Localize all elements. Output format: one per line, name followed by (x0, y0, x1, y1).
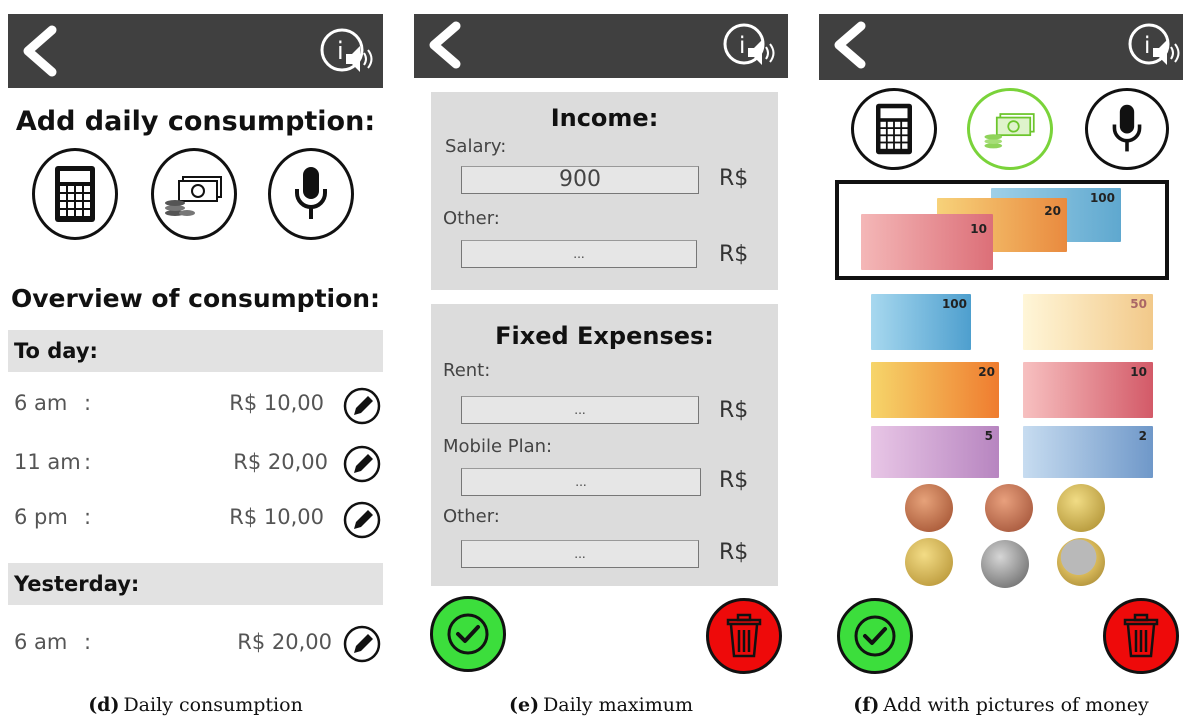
confirm-button[interactable] (837, 598, 913, 674)
row-amount: R$ 20,00 (233, 450, 328, 474)
top-bar: i (8, 14, 383, 88)
currency-label: R$ (719, 540, 749, 565)
row-separator: : (84, 630, 92, 654)
caption-text: Daily consumption (123, 694, 303, 716)
svg-text:i: i (739, 33, 745, 59)
caption-f: (f) Add with pictures of money (819, 694, 1183, 716)
coin-5-centavos-button[interactable] (905, 484, 953, 532)
salary-label: Salary: (445, 136, 507, 157)
rent-field[interactable]: ... (461, 396, 699, 424)
calculator-button[interactable] (851, 88, 937, 170)
other-income-label: Other: (443, 208, 500, 229)
screen-daily-maximum: i Income: Salary: 900 R$ Other: ... R$ F… (414, 14, 788, 674)
currency-label: R$ (719, 242, 749, 267)
income-panel: Income: Salary: 900 R$ Other: ... R$ (431, 92, 778, 290)
caption-d: (d) Daily consumption (8, 694, 383, 716)
info-audio-icon[interactable]: i (720, 20, 776, 72)
pencil-icon[interactable] (342, 500, 382, 540)
caption-tag: (f) (853, 694, 880, 716)
salary-field[interactable]: 900 (461, 166, 699, 194)
caption-text: Add with pictures of money (883, 694, 1149, 716)
rent-label: Rent: (443, 360, 491, 381)
coin-10-centavos-button[interactable] (985, 484, 1033, 532)
microphone-button[interactable] (268, 148, 354, 240)
mobile-plan-label: Mobile Plan: (443, 436, 553, 457)
currency-label: R$ (719, 398, 749, 423)
row-time: 6 pm (14, 505, 68, 529)
screen-add-with-money-pictures: i 100 20 10 100 50 20 10 5 2 (819, 14, 1183, 674)
pencil-icon[interactable] (342, 624, 382, 664)
row-separator: : (84, 391, 92, 415)
banknote-10-button[interactable]: 10 (1023, 362, 1153, 418)
svg-text:i: i (1144, 33, 1150, 59)
other-expense-label: Other: (443, 506, 500, 527)
fixed-expenses-title: Fixed Expenses: (495, 322, 714, 350)
back-arrow-icon[interactable] (16, 24, 62, 78)
banknote-2-button[interactable]: 2 (1023, 426, 1153, 478)
row-time: 6 am (14, 630, 68, 654)
mobile-plan-field[interactable]: ... (461, 468, 701, 496)
trash-icon (1123, 613, 1159, 658)
yesterday-section-header: Yesterday: (8, 563, 383, 605)
caption-tag: (d) (88, 694, 120, 716)
top-bar: i (414, 14, 788, 78)
money-button[interactable] (151, 148, 237, 240)
banknote-50-button[interactable]: 50 (1023, 294, 1153, 350)
svg-text:i: i (337, 37, 344, 65)
money-button-selected[interactable] (967, 88, 1053, 170)
delete-button[interactable] (706, 598, 782, 674)
row-time: 6 am (14, 391, 68, 415)
banknote-5-button[interactable]: 5 (871, 426, 999, 478)
coin-1-real-button[interactable] (1057, 538, 1105, 586)
pencil-icon[interactable] (342, 444, 382, 484)
caption-tag: (e) (509, 694, 540, 716)
overview-title: Overview of consumption: (10, 284, 381, 313)
other-expense-field[interactable]: ... (461, 540, 699, 568)
add-consumption-title: Add daily consumption: (15, 106, 376, 137)
coin-10-gold-button[interactable] (1057, 484, 1105, 532)
row-amount: R$ 20,00 (237, 630, 332, 654)
money-icon (165, 176, 222, 216)
caption-e: (e) Daily maximum (414, 694, 788, 716)
banknote-100-button[interactable]: 100 (871, 294, 971, 350)
row-amount: R$ 10,00 (229, 505, 324, 529)
calculator-button[interactable] (32, 148, 118, 240)
checkmark-icon (447, 613, 489, 655)
pencil-icon[interactable] (342, 386, 382, 426)
calculator-icon (876, 103, 912, 155)
confirm-button[interactable] (430, 596, 506, 672)
today-section-header: To day: (8, 330, 383, 372)
coin-50-centavos-button[interactable] (981, 540, 1029, 588)
checkmark-icon (854, 615, 896, 657)
other-income-field[interactable]: ... (461, 240, 697, 268)
back-arrow-icon[interactable] (827, 20, 873, 70)
info-audio-icon[interactable]: i (318, 24, 374, 78)
trash-icon (726, 613, 762, 658)
currency-label: R$ (719, 166, 749, 191)
row-separator: : (84, 505, 92, 529)
fixed-expenses-panel: Fixed Expenses: Rent: ... R$ Mobile Plan… (431, 304, 778, 586)
delete-button[interactable] (1103, 598, 1179, 674)
microphone-icon (1112, 104, 1142, 152)
banknote-10-image: 10 (861, 214, 993, 270)
yesterday-label: Yesterday: (14, 572, 140, 596)
row-amount: R$ 10,00 (229, 391, 324, 415)
banknote-20-button[interactable]: 20 (871, 362, 999, 418)
back-arrow-icon[interactable] (422, 20, 468, 70)
row-separator: : (84, 450, 92, 474)
top-bar: i (819, 14, 1183, 80)
selected-money-box: 100 20 10 (835, 180, 1169, 280)
currency-label: R$ (719, 468, 749, 493)
info-audio-icon[interactable]: i (1125, 20, 1181, 72)
today-label: To day: (14, 339, 98, 363)
income-title: Income: (550, 104, 659, 132)
microphone-button[interactable] (1085, 88, 1169, 170)
microphone-icon (295, 167, 327, 219)
row-time: 11 am (14, 450, 81, 474)
money-icon (984, 113, 1035, 149)
screen-daily-consumption: i Add daily consumption: Overview of con… (8, 14, 383, 674)
coin-25-centavos-button[interactable] (905, 538, 953, 586)
caption-text: Daily maximum (543, 694, 693, 716)
calculator-icon (55, 166, 95, 222)
